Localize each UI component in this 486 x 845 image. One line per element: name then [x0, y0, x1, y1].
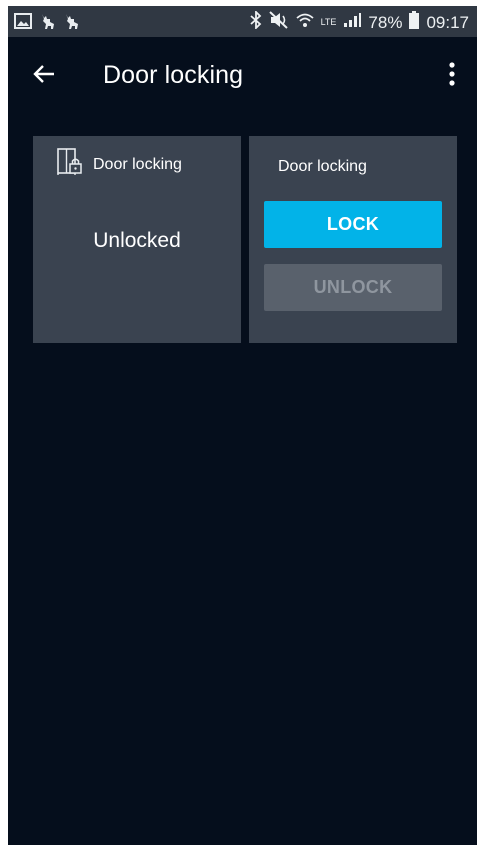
battery-percent: 78% — [368, 12, 403, 32]
door-status-card[interactable]: Door locking Unlocked — [33, 136, 241, 343]
control-card-title: Door locking — [278, 158, 367, 175]
status-card-header: Door locking — [57, 148, 182, 181]
lte-label: LTE — [320, 17, 337, 27]
lock-button[interactable]: LOCK — [264, 201, 442, 248]
deer-icon — [64, 13, 80, 35]
back-button[interactable] — [30, 62, 58, 90]
more-vert-icon — [449, 61, 455, 91]
lock-state-text: Unlocked — [93, 229, 181, 252]
app-bar: Door locking — [8, 37, 477, 115]
status-bar: LTE 78% 09:17 — [8, 6, 477, 37]
door-lock-icon — [57, 148, 83, 181]
bluetooth-icon — [249, 9, 262, 34]
door-control-card: Door locking LOCK UNLOCK — [249, 136, 457, 343]
notification-icons — [14, 13, 80, 35]
more-options-button[interactable] — [439, 61, 465, 91]
wifi-icon — [295, 12, 314, 33]
deer-icon — [40, 13, 56, 35]
unlock-button[interactable]: UNLOCK — [264, 264, 442, 311]
battery-icon — [409, 11, 420, 34]
page-title: Door locking — [103, 61, 244, 89]
system-icons: LTE 78% 09:17 — [249, 9, 469, 34]
mute-icon — [268, 11, 289, 34]
phone-screen: LTE 78% 09:17 Door locking Door locking … — [8, 6, 477, 845]
gallery-icon — [14, 13, 32, 35]
status-card-title: Door locking — [93, 155, 182, 173]
arrow-left-icon — [32, 62, 56, 91]
signal-icon — [343, 12, 362, 33]
clock: 09:17 — [426, 12, 469, 32]
